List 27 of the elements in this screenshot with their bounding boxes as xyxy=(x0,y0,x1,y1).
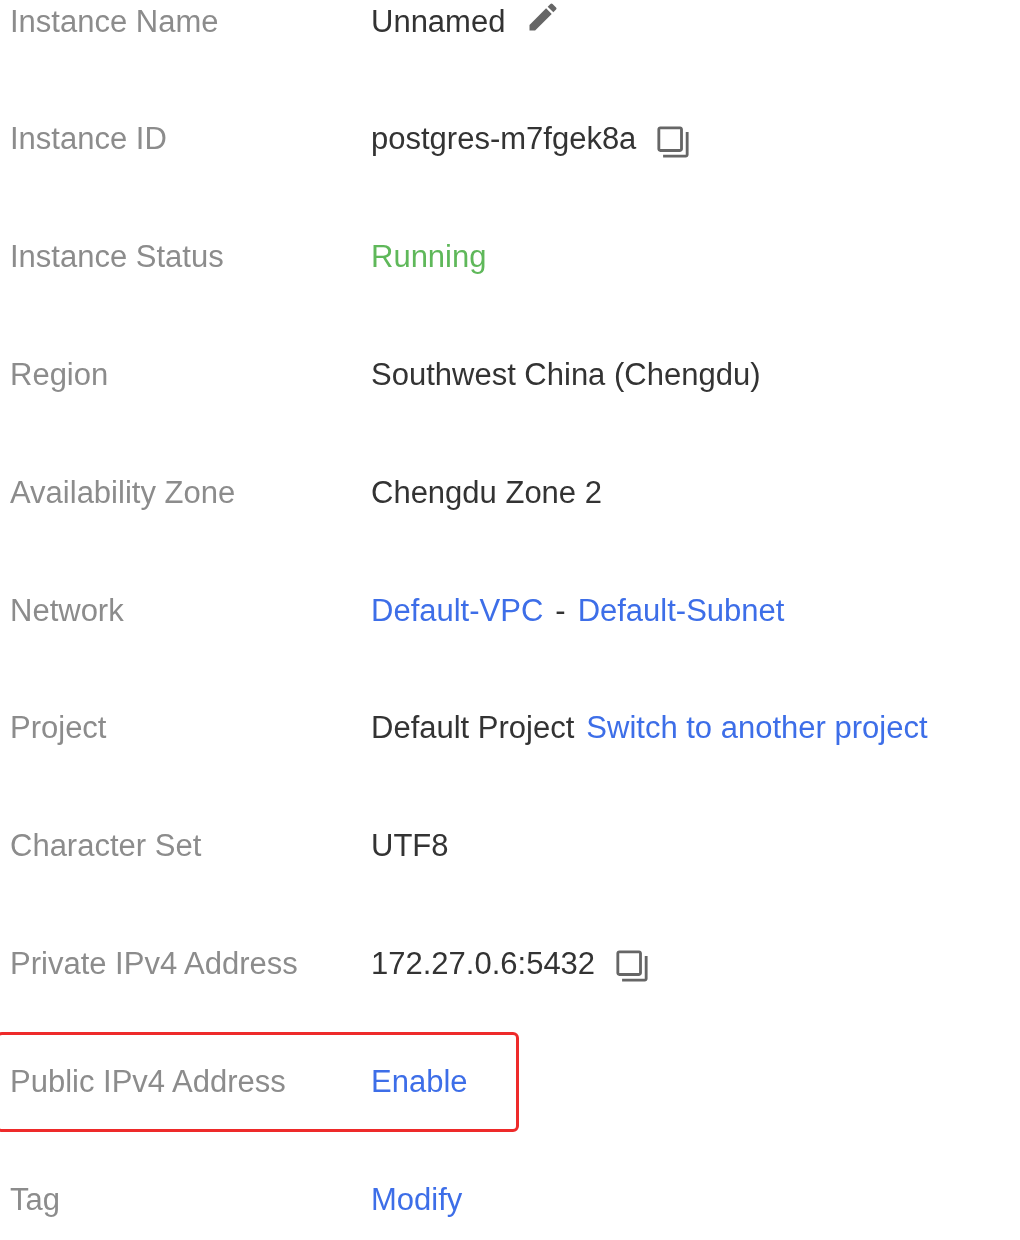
value-text: 172.27.0.6:5432 xyxy=(371,945,596,983)
value-text: Chengdu Zone 2 xyxy=(371,473,602,512)
field-label: Project xyxy=(9,709,108,748)
value-text: - xyxy=(555,591,566,630)
field-label: Instance Name xyxy=(9,2,220,41)
field-label: Tag xyxy=(9,1180,61,1219)
link[interactable]: Switch to another project xyxy=(586,705,928,752)
field-label: Network xyxy=(9,591,125,630)
link[interactable]: Default-Subnet xyxy=(577,587,785,635)
field-label: Instance Status xyxy=(9,238,225,277)
value-text: UTF8 xyxy=(371,827,449,866)
field-label: Instance ID xyxy=(9,120,168,159)
value-text: postgres-m7fgek8a xyxy=(371,120,637,159)
copy-icon[interactable] xyxy=(656,124,691,159)
value-text: Default Project xyxy=(371,709,575,748)
link[interactable]: Modify xyxy=(371,1176,463,1224)
field-label: Region xyxy=(9,356,110,395)
field-label: Availability Zone xyxy=(9,473,237,512)
link[interactable]: Default-VPC xyxy=(371,587,544,635)
value-text: Southwest China (Chengdu) xyxy=(371,356,761,395)
link[interactable]: Enable xyxy=(371,1058,468,1106)
status-text: Running xyxy=(371,238,487,277)
field-label: Character Set xyxy=(9,827,203,866)
value-text: Unnamed xyxy=(371,2,506,41)
field-label: Private IPv4 Address xyxy=(9,945,299,983)
copy-icon[interactable] xyxy=(615,949,650,984)
field-label: Public IPv4 Address xyxy=(9,1062,287,1101)
